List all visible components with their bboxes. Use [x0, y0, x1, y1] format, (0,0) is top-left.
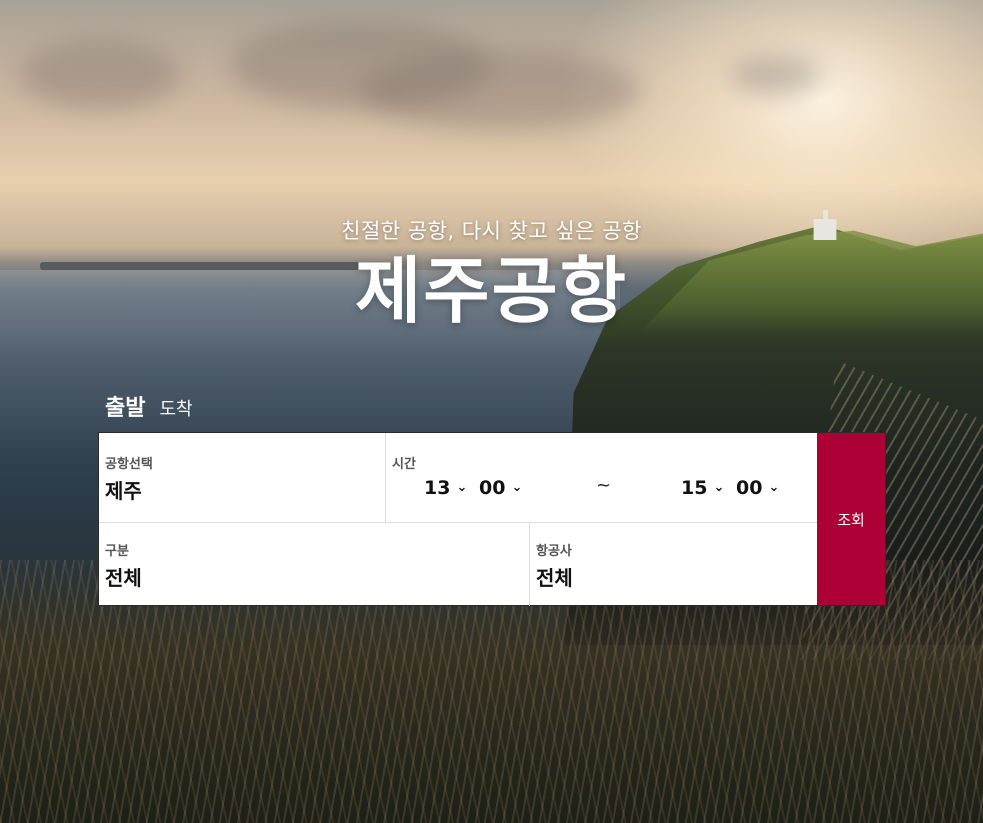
hero-title: 제주공항	[355, 249, 628, 333]
airport-value: 제주	[105, 479, 142, 503]
from-hour-value: 13	[424, 477, 451, 499]
to-hour-value: 15	[681, 477, 708, 499]
from-hour-select[interactable]: 13 ⌄	[424, 477, 467, 499]
tab-arrival[interactable]: 도착	[159, 395, 192, 421]
airport-label: 공항선택	[105, 457, 153, 472]
hero-heading: 친절한 공항, 다시 찾고 싶은 공항 제주공항	[0, 215, 983, 331]
time-label: 시간	[392, 457, 416, 472]
cloud	[730, 55, 820, 95]
time-separator: ~	[596, 475, 612, 496]
to-hour-select[interactable]: 15 ⌄	[681, 477, 724, 499]
airline-select[interactable]: 항공사 전체	[530, 522, 817, 606]
flight-direction-tabs: 출발 도착	[105, 390, 193, 422]
airline-value: 전체	[536, 566, 573, 590]
cloud	[20, 40, 180, 110]
search-button[interactable]: 조회	[817, 433, 885, 605]
airline-label: 항공사	[536, 544, 572, 559]
chevron-down-icon: ⌄	[713, 479, 725, 495]
type-value: 전체	[105, 566, 142, 590]
to-minute-select[interactable]: 00 ⌄	[736, 477, 779, 499]
airport-select[interactable]: 공항선택 제주	[99, 433, 386, 522]
hero-subtitle: 친절한 공항, 다시 찾고 싶은 공항	[341, 219, 642, 243]
to-minute-value: 00	[736, 477, 763, 499]
tab-departure[interactable]: 출발	[105, 390, 145, 422]
type-label: 구분	[105, 544, 129, 559]
type-select[interactable]: 구분 전체	[99, 522, 530, 606]
flight-search-panel: 공항선택 제주 시간 13 ⌄ 00 ⌄ ~ 15 ⌄ 00 ⌄ 구분 전체 항…	[98, 432, 886, 606]
from-minute-value: 00	[479, 477, 506, 499]
search-row-1: 공항선택 제주 시간 13 ⌄ 00 ⌄ ~ 15 ⌄ 00 ⌄	[99, 433, 817, 523]
time-range: 시간 13 ⌄ 00 ⌄ ~ 15 ⌄ 00 ⌄	[386, 433, 817, 522]
search-row-2: 구분 전체 항공사 전체	[99, 522, 817, 606]
chevron-down-icon: ⌄	[511, 479, 523, 495]
from-minute-select[interactable]: 00 ⌄	[479, 477, 522, 499]
chevron-down-icon: ⌄	[768, 479, 780, 495]
chevron-down-icon: ⌄	[456, 479, 468, 495]
cloud	[360, 50, 640, 130]
